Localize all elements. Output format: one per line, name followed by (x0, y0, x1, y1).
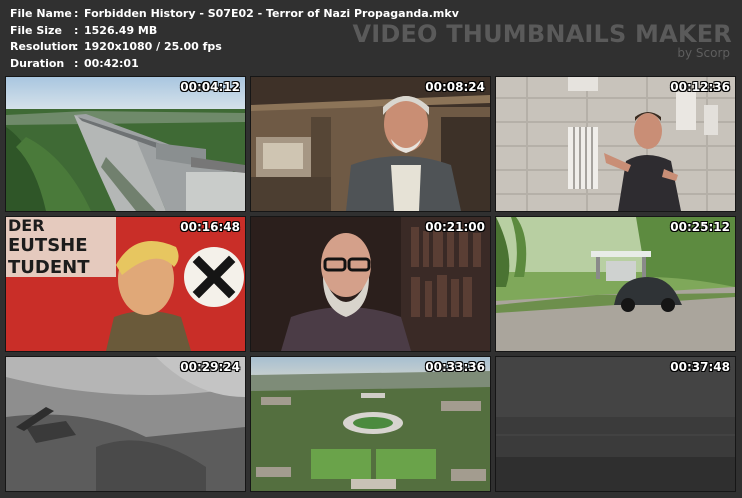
thumbnail-timestamp: 00:04:12 (180, 80, 240, 94)
thumbnail-timestamp: 00:08:24 (425, 80, 485, 94)
thumbnail-9-image (496, 357, 735, 491)
thumbnail-3-presenter[interactable]: 00:12:36 (495, 76, 736, 212)
thumbnail-5-interviewee[interactable]: 00:21:00 (250, 216, 491, 352)
file-size-value: 1526.49 MB (84, 23, 158, 37)
thumbnail-2-image (251, 77, 490, 211)
thumbnail-8-image (251, 357, 490, 491)
poster-text-line1: DER (8, 217, 45, 235)
thumbnail-timestamp: 00:29:24 (180, 360, 240, 374)
file-name-label: File Name (10, 7, 72, 20)
poster-text-line3: TUDENT (8, 257, 90, 278)
poster-text-line2: EUTSHE (8, 235, 88, 256)
duration-label: Duration (10, 56, 65, 70)
thumbnail-4-propaganda-poster[interactable]: DER EUTSHE TUDENT 00:16:48 (5, 216, 246, 352)
separator: : (74, 40, 79, 53)
thumbnail-9-dark-footage[interactable]: 00:37:48 (495, 356, 736, 492)
thumbnail-4-image: DER EUTSHE TUDENT (6, 217, 245, 351)
thumbnail-timestamp: 00:16:48 (180, 220, 240, 234)
separator: : (74, 23, 79, 37)
duration-value: 00:42:01 (84, 56, 139, 70)
thumbnail-5-image (251, 217, 490, 351)
thumbnail-1-aerial-building[interactable]: 00:04:12 (5, 76, 246, 212)
resolution-value: 1920x1080 / 25.00 fps (84, 40, 222, 53)
thumbnail-2-old-man[interactable]: 00:08:24 (250, 76, 491, 212)
file-size-label: File Size (10, 23, 62, 37)
thumbnail-1-image (6, 77, 245, 211)
thumbnail-6-image (496, 217, 735, 351)
thumbnail-timestamp: 00:25:12 (670, 220, 730, 234)
thumbnail-7-archival-footage[interactable]: 00:29:24 (5, 356, 246, 492)
thumbnail-8-aerial-stadium[interactable]: 00:33:36 (250, 356, 491, 492)
resolution-label: Resolution (10, 40, 77, 53)
thumbnail-6-vintage-car[interactable]: 00:25:12 (495, 216, 736, 352)
thumbnail-timestamp: 00:37:48 (670, 360, 730, 374)
separator: : (74, 7, 79, 20)
thumbnail-timestamp: 00:12:36 (670, 80, 730, 94)
thumbnail-7-image (6, 357, 245, 491)
duration-row: Duration : 00:42:01 (10, 56, 459, 73)
separator: : (74, 56, 79, 70)
thumbnail-timestamp: 00:33:36 (425, 360, 485, 374)
thumbnail-timestamp: 00:21:00 (425, 220, 485, 234)
watermark-subtitle: by Scorp (677, 46, 730, 60)
thumbnail-3-image (496, 77, 735, 211)
watermark-title: VIDEO THUMBNAILS MAKER (352, 20, 732, 48)
